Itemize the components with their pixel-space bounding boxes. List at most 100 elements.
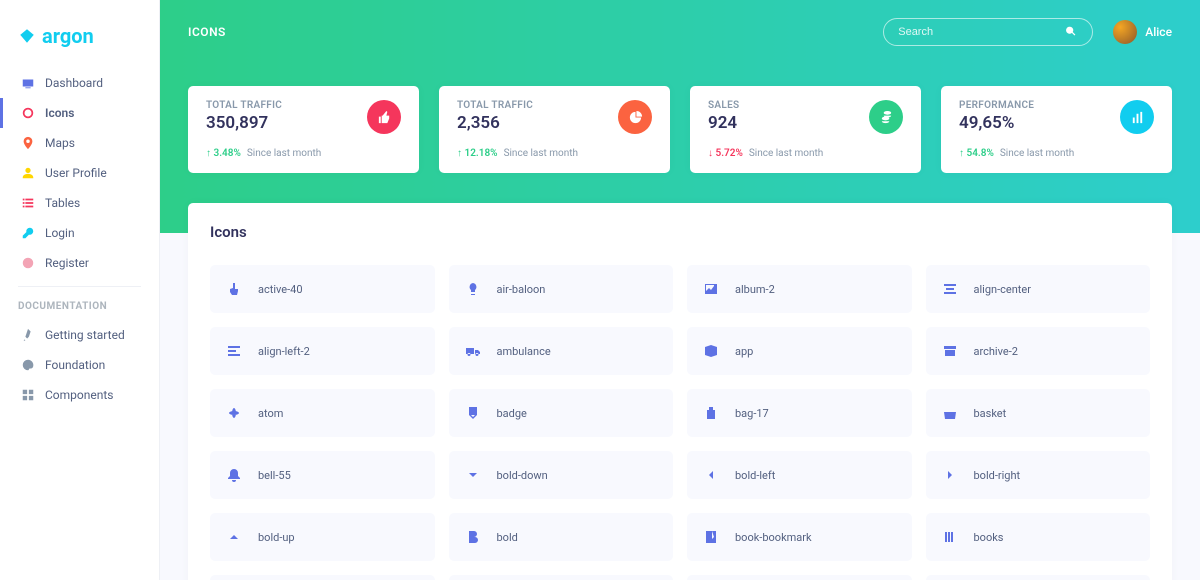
sidebar-item-label: Dashboard xyxy=(45,76,103,90)
icon-cell-badge[interactable]: badge xyxy=(449,389,674,437)
hand-point-icon xyxy=(226,281,242,297)
list-icon xyxy=(21,196,35,210)
image-icon xyxy=(703,281,719,297)
sidebar-item-login[interactable]: Login xyxy=(0,218,159,248)
icon-cell-atom[interactable]: atom xyxy=(210,389,435,437)
icon-cell-align-center[interactable]: align-center xyxy=(926,265,1151,313)
icon-label: app xyxy=(735,345,753,358)
icon-cell-bag-17[interactable]: bag-17 xyxy=(687,389,912,437)
icon-cell-bold-up[interactable]: bold-up xyxy=(210,513,435,561)
atom-icon xyxy=(226,405,242,421)
stat-card: PERFORMANCE 49,65% ↑ 54.8% Since last mo… xyxy=(941,86,1172,173)
doc-item-getting-started[interactable]: Getting started xyxy=(0,320,159,350)
icon-cell-books[interactable]: books xyxy=(926,513,1151,561)
sidebar-item-label: User Profile xyxy=(45,166,107,180)
icon-label: bag-17 xyxy=(735,407,769,420)
bold-icon xyxy=(465,529,481,545)
icon-label: album-2 xyxy=(735,283,775,296)
icon-cell-bold[interactable]: bold xyxy=(449,513,674,561)
chevron-right-icon xyxy=(942,467,958,483)
sidebar: argon Dashboard Icons Maps User Profile Tabl… xyxy=(0,0,160,580)
icon-cell-bold-down[interactable]: bold-down xyxy=(449,451,674,499)
doc-item-components[interactable]: Components xyxy=(0,380,159,410)
stat-value: 924 xyxy=(708,113,739,133)
icon-label: ambulance xyxy=(497,345,551,358)
icon-label: bold-down xyxy=(497,469,548,482)
doc-item-label: Getting started xyxy=(45,328,125,342)
stat-label: PERFORMANCE xyxy=(959,100,1034,111)
basket-icon xyxy=(942,405,958,421)
doc-item-label: Components xyxy=(45,388,114,402)
icon-cell-building[interactable]: building xyxy=(687,575,912,580)
icon-cell-briefcase-24[interactable]: briefcase-24 xyxy=(449,575,674,580)
icon-label: archive-2 xyxy=(974,345,1018,358)
icon-label: bell-55 xyxy=(258,469,291,482)
icon-cell-bell-55[interactable]: bell-55 xyxy=(210,451,435,499)
doc-item-foundation[interactable]: Foundation xyxy=(0,350,159,380)
icon-cell-basket[interactable]: basket xyxy=(926,389,1151,437)
search-box[interactable] xyxy=(883,18,1093,46)
page-title: ICONS xyxy=(188,25,226,39)
chevron-up-icon xyxy=(226,529,242,545)
icon-cell-app[interactable]: app xyxy=(687,327,912,375)
sidebar-item-register[interactable]: Register xyxy=(0,248,159,278)
icon-label: basket xyxy=(974,407,1007,420)
brand-name: argon xyxy=(42,24,94,48)
bell-icon xyxy=(226,467,242,483)
coins-icon xyxy=(869,100,903,134)
doc-section-header: DOCUMENTATION xyxy=(18,286,141,320)
bag-icon xyxy=(703,405,719,421)
icon-cell-box-2[interactable]: box-2 xyxy=(210,575,435,580)
stat-pct: ↑ 54.8% xyxy=(959,148,994,159)
icon-cell-active-40[interactable]: active-40 xyxy=(210,265,435,313)
icons-panel: Icons active-40air-baloonalbum-2align-ce… xyxy=(188,203,1172,580)
icon-label: bold-up xyxy=(258,531,295,544)
stat-value: 49,65% xyxy=(959,113,1034,133)
stat-since: Since last month xyxy=(1000,148,1074,159)
icon-cell-bulb-61[interactable]: bulb-61 xyxy=(926,575,1151,580)
sidebar-item-user-profile[interactable]: User Profile xyxy=(0,158,159,188)
icon-label: atom xyxy=(258,407,283,420)
sidebar-item-dashboard[interactable]: Dashboard xyxy=(0,68,159,98)
sidebar-item-label: Icons xyxy=(45,106,74,120)
sidebar-item-label: Maps xyxy=(45,136,75,150)
user-menu[interactable]: Alice xyxy=(1113,20,1172,44)
sidebar-item-maps[interactable]: Maps xyxy=(0,128,159,158)
stat-since: Since last month xyxy=(247,148,321,159)
stat-pct: ↑ 12.18% xyxy=(457,148,498,159)
truck-icon xyxy=(465,343,481,359)
tv-icon xyxy=(21,76,35,90)
sidebar-item-tables[interactable]: Tables xyxy=(0,188,159,218)
icon-cell-align-left-2[interactable]: align-left-2 xyxy=(210,327,435,375)
bar-chart-icon xyxy=(1120,100,1154,134)
icon-label: bold-left xyxy=(735,469,775,482)
stat-pct: ↑ 3.48% xyxy=(206,148,241,159)
bookmark-icon xyxy=(703,529,719,545)
stat-label: TOTAL TRAFFIC xyxy=(206,100,282,111)
icon-label: air-baloon xyxy=(497,283,546,296)
palette-icon xyxy=(21,358,35,372)
sidebar-item-label: Tables xyxy=(45,196,80,210)
logo-icon xyxy=(18,27,36,45)
icon-cell-air-baloon[interactable]: air-baloon xyxy=(449,265,674,313)
search-input[interactable] xyxy=(898,26,1064,38)
user-icon xyxy=(21,166,35,180)
icon-label: align-left-2 xyxy=(258,345,310,358)
badge-icon xyxy=(465,405,481,421)
icon-cell-book-bookmark[interactable]: book-bookmark xyxy=(687,513,912,561)
brand-logo[interactable]: argon xyxy=(0,16,159,68)
icon-cell-album-2[interactable]: album-2 xyxy=(687,265,912,313)
books-icon xyxy=(942,529,958,545)
icon-cell-archive-2[interactable]: archive-2 xyxy=(926,327,1151,375)
user-name: Alice xyxy=(1145,25,1172,39)
stat-value: 350,897 xyxy=(206,113,282,133)
icon-cell-bold-right[interactable]: bold-right xyxy=(926,451,1151,499)
pin-icon xyxy=(21,136,35,150)
key-icon xyxy=(21,226,35,240)
grid-icon xyxy=(21,388,35,402)
icon-cell-ambulance[interactable]: ambulance xyxy=(449,327,674,375)
stat-since: Since last month xyxy=(749,148,823,159)
sidebar-item-icons[interactable]: Icons xyxy=(0,98,159,128)
circle-icon xyxy=(21,256,35,270)
icon-cell-bold-left[interactable]: bold-left xyxy=(687,451,912,499)
